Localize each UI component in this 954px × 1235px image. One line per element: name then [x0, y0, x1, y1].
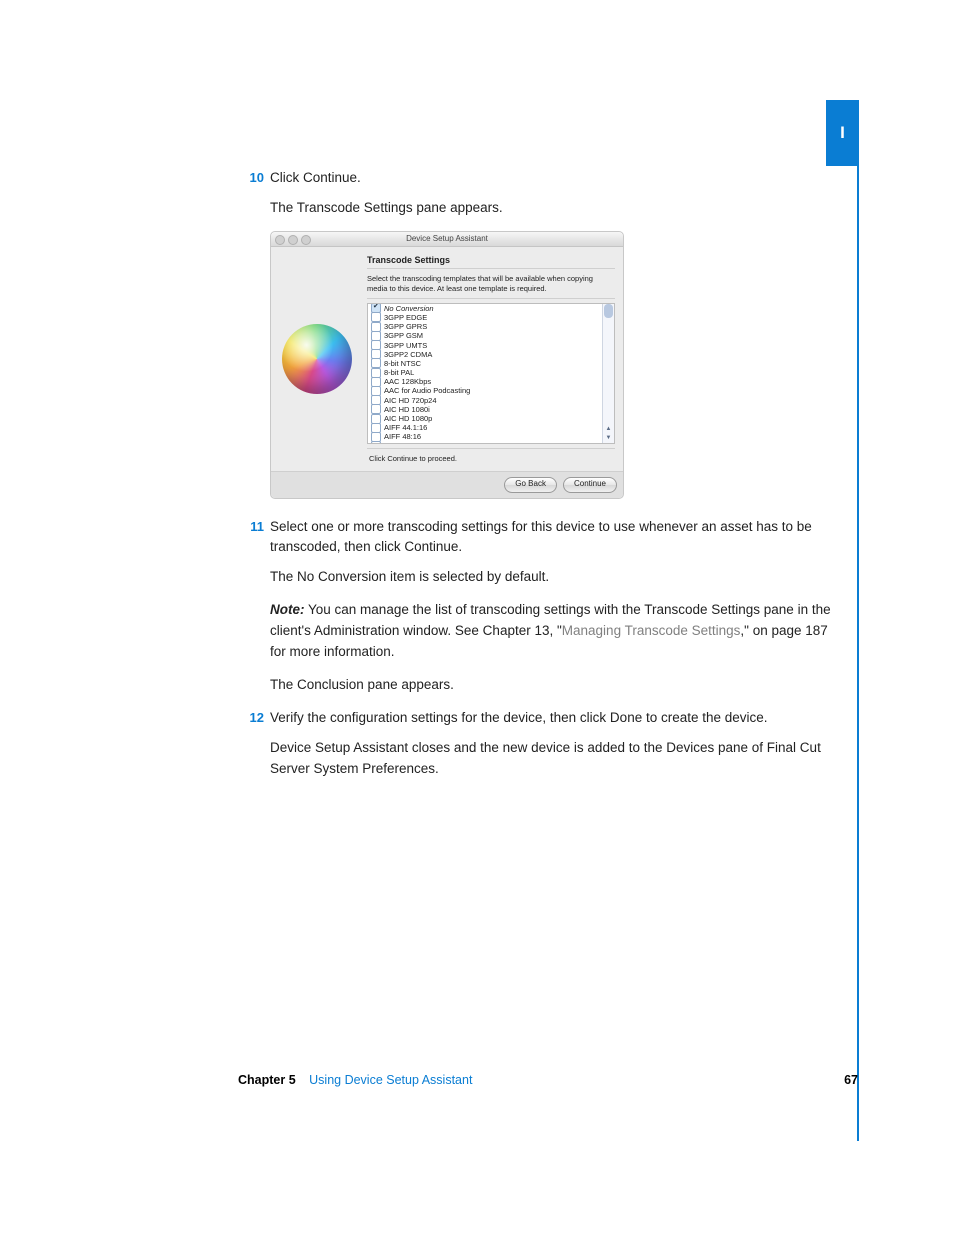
list-item-label: 8-bit PAL: [384, 368, 414, 377]
pane: Transcode Settings Select the transcodin…: [363, 247, 623, 471]
list-item[interactable]: AAC 128Kbps: [368, 377, 614, 386]
list-item-label: AIFF 44.1:16: [384, 423, 427, 432]
list-item[interactable]: AIFF 48:16: [368, 432, 614, 441]
step-11: 11 Select one or more transcoding settin…: [270, 517, 835, 558]
transcode-template-list[interactable]: ✔No Conversion3GPP EDGE3GPP GPRS3GPP GSM…: [367, 303, 615, 444]
list-item-label: 3GPP GSM: [384, 331, 423, 340]
list-item[interactable]: 8-bit NTSC: [368, 359, 614, 368]
checkbox[interactable]: [371, 358, 381, 368]
list-item[interactable]: 3GPP UMTS: [368, 340, 614, 349]
list-item-label: AAC 128Kbps: [384, 377, 431, 386]
zoom-icon[interactable]: [301, 235, 311, 245]
checkbox[interactable]: [371, 312, 381, 322]
step-11-p2: The Conclusion pane appears.: [270, 675, 835, 696]
step-text: Verify the configuration settings for th…: [270, 710, 768, 725]
window-title: Device Setup Assistant: [406, 234, 488, 243]
footer-left: Chapter 5 Using Device Setup Assistant: [238, 1073, 472, 1087]
section-rule: [857, 166, 859, 1141]
go-back-button[interactable]: Go Back: [504, 477, 557, 493]
list-item-label: 3GPP UMTS: [384, 341, 427, 350]
window-body: Transcode Settings Select the transcodin…: [271, 247, 623, 471]
list-item[interactable]: ✔No Conversion: [368, 304, 614, 313]
traffic-lights: [275, 235, 311, 245]
list-item-label: 3GPP GPRS: [384, 322, 427, 331]
list-item-label: AIFF 48:24: [384, 442, 421, 444]
step-number: 11: [246, 517, 264, 537]
list-item[interactable]: AIFF 44.1:16: [368, 423, 614, 432]
list-item-label: AIC HD 1080p: [384, 414, 432, 423]
list-item-label: 8-bit NTSC: [384, 359, 421, 368]
document-page: I 10 Click Continue. The Transcode Setti…: [0, 0, 954, 1235]
list-item[interactable]: AAC for Audio Podcasting: [368, 386, 614, 395]
list-item[interactable]: AIC HD 720p24: [368, 396, 614, 405]
chapter-label: Chapter 5: [238, 1073, 296, 1087]
list-item-label: AAC for Audio Podcasting: [384, 386, 470, 395]
list-item-label: AIC HD 720p24: [384, 396, 437, 405]
step-number: 10: [246, 168, 264, 188]
continue-button[interactable]: Continue: [563, 477, 617, 493]
list-item[interactable]: 3GPP2 CDMA: [368, 350, 614, 359]
step-12: 12 Verify the configuration settings for…: [270, 708, 835, 728]
step-11-note: Note: You can manage the list of transco…: [270, 600, 835, 663]
list-item[interactable]: AIC HD 1080p: [368, 414, 614, 423]
list-item[interactable]: AIFF 48:24: [368, 441, 614, 443]
pane-title: Transcode Settings: [367, 251, 615, 269]
minimize-icon[interactable]: [288, 235, 298, 245]
checkbox[interactable]: ✔: [371, 303, 381, 313]
button-row: Go Back Continue: [271, 471, 623, 498]
cross-reference-link[interactable]: Managing Transcode Settings: [562, 623, 741, 638]
device-setup-assistant-window: Device Setup Assistant Transcode Setting…: [270, 231, 624, 499]
pane-instruction: Select the transcoding templates that wi…: [367, 269, 615, 299]
list-item-label: AIFF 48:16: [384, 432, 421, 441]
section-tab: I: [826, 100, 859, 166]
close-icon[interactable]: [275, 235, 285, 245]
list-item-label: AIC HD 1080i: [384, 405, 430, 414]
step-text: Click Continue.: [270, 170, 361, 185]
list-item-label: No Conversion: [384, 304, 434, 313]
scroll-down-icon[interactable]: ▼: [603, 434, 614, 443]
step-11-p1: The No Conversion item is selected by de…: [270, 567, 835, 588]
step-number: 12: [246, 708, 264, 728]
list-item[interactable]: 3GPP GSM: [368, 331, 614, 340]
checkbox[interactable]: [371, 441, 381, 444]
scroll-thumb[interactable]: [604, 304, 613, 318]
note-label: Note:: [270, 602, 305, 617]
checkbox[interactable]: [371, 404, 381, 414]
step-text: Select one or more transcoding settings …: [270, 519, 812, 554]
list-item[interactable]: 3GPP EDGE: [368, 313, 614, 322]
list-item[interactable]: AIC HD 1080i: [368, 405, 614, 414]
list-item[interactable]: 3GPP GPRS: [368, 322, 614, 331]
scrollbar[interactable]: ▲ ▼: [602, 304, 614, 443]
sphere-icon: [282, 324, 352, 394]
content-column: 10 Click Continue. The Transcode Setting…: [270, 168, 835, 792]
window-titlebar: Device Setup Assistant: [271, 232, 623, 247]
list-item[interactable]: 8-bit PAL: [368, 368, 614, 377]
list-item-label: 3GPP EDGE: [384, 313, 427, 322]
step-12-p1: Device Setup Assistant closes and the ne…: [270, 738, 835, 780]
scroll-up-icon[interactable]: ▲: [603, 425, 614, 434]
page-number: 67: [844, 1073, 858, 1087]
page-footer: Chapter 5 Using Device Setup Assistant 6…: [238, 1073, 858, 1087]
step-10: 10 Click Continue.: [270, 168, 835, 188]
step-10-followup: The Transcode Settings pane appears.: [270, 198, 835, 219]
list-item-label: 3GPP2 CDMA: [384, 350, 432, 359]
sidebar-art: [271, 247, 363, 471]
pane-hint: Click Continue to proceed.: [367, 448, 615, 465]
chapter-title: Using Device Setup Assistant: [309, 1073, 472, 1087]
